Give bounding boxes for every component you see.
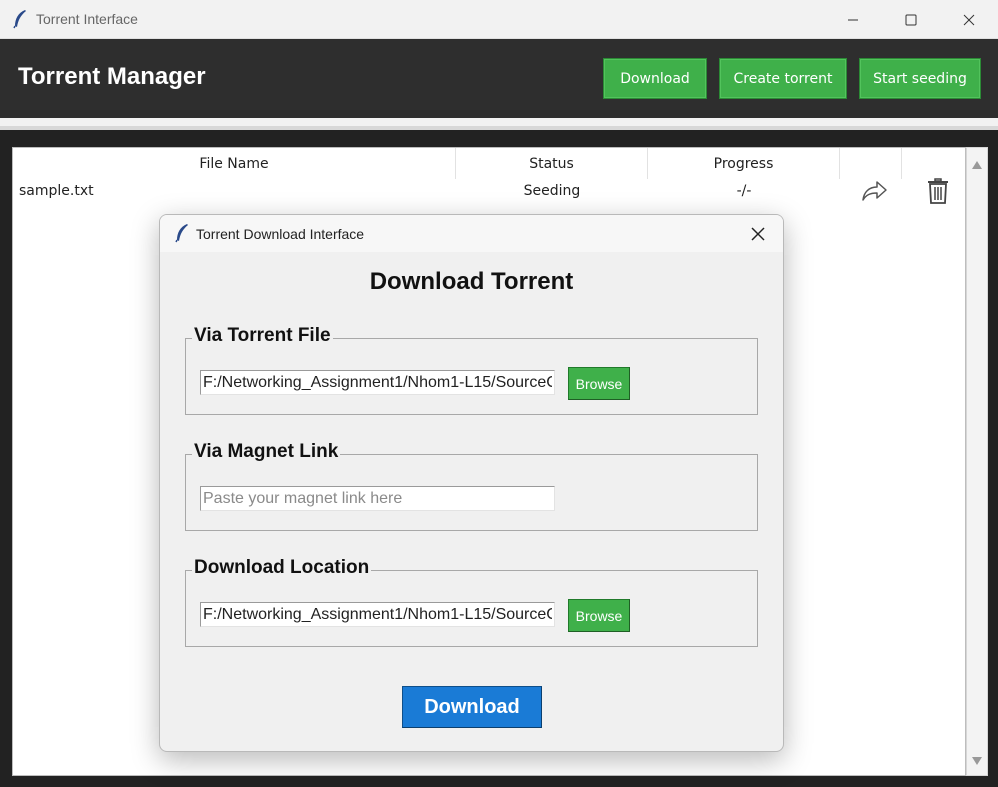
trash-icon[interactable]	[926, 177, 950, 209]
download-button[interactable]: Download	[603, 58, 707, 99]
torrent-file-input[interactable]	[200, 370, 555, 395]
torrent-file-group: Via Torrent File Browse	[185, 325, 758, 415]
download-location-label: Download Location	[192, 557, 372, 579]
app-title: Torrent Manager	[18, 63, 206, 90]
app-header: Torrent Manager Download Create torrent …	[0, 39, 998, 118]
share-icon[interactable]	[861, 179, 889, 207]
dialog-titlebar: Torrent Download Interface	[160, 215, 783, 252]
torrent-file-label: Via Torrent File	[192, 325, 333, 347]
dialog-download-button[interactable]: Download	[402, 686, 542, 728]
download-location-group: Download Location Browse	[185, 557, 758, 647]
start-seeding-button[interactable]: Start seeding	[859, 58, 981, 99]
feather-icon	[12, 9, 28, 29]
dialog-title: Torrent Download Interface	[196, 226, 365, 242]
magnet-link-label: Via Magnet Link	[192, 441, 341, 463]
column-header-file-name[interactable]: File Name	[13, 148, 456, 179]
scroll-down-icon[interactable]	[972, 750, 982, 769]
column-header-delete[interactable]	[902, 148, 964, 179]
maximize-button[interactable]	[882, 0, 940, 39]
column-header-share[interactable]	[840, 148, 902, 179]
download-location-browse-button[interactable]: Browse	[568, 599, 630, 632]
download-location-input[interactable]	[200, 602, 555, 627]
scroll-up-icon[interactable]	[972, 154, 982, 173]
dialog-heading: Download Torrent	[369, 268, 574, 295]
close-icon	[963, 14, 975, 25]
close-button[interactable]	[940, 0, 998, 39]
separator	[0, 118, 998, 126]
dialog-close-button[interactable]	[739, 215, 777, 252]
create-torrent-button[interactable]: Create torrent	[719, 58, 847, 99]
close-icon	[751, 226, 765, 241]
torrent-file-browse-button[interactable]: Browse	[568, 367, 630, 400]
column-header-progress[interactable]: Progress	[648, 148, 840, 179]
minimize-button[interactable]	[824, 0, 882, 39]
cell-file-name: sample.txt	[19, 183, 94, 199]
download-dialog: Torrent Download Interface Download Torr…	[159, 214, 784, 752]
cell-status: Seeding	[523, 183, 581, 199]
column-header-status[interactable]: Status	[456, 148, 648, 179]
magnet-link-input[interactable]	[200, 486, 555, 511]
feather-icon	[174, 223, 190, 247]
window-title: Torrent Interface	[36, 11, 138, 27]
vertical-scrollbar[interactable]	[966, 147, 988, 776]
cell-progress: -/-	[736, 183, 752, 199]
window-titlebar: Torrent Interface	[0, 0, 998, 39]
magnet-link-group: Via Magnet Link	[185, 441, 758, 531]
maximize-icon	[905, 14, 917, 25]
minimize-icon	[848, 19, 858, 20]
